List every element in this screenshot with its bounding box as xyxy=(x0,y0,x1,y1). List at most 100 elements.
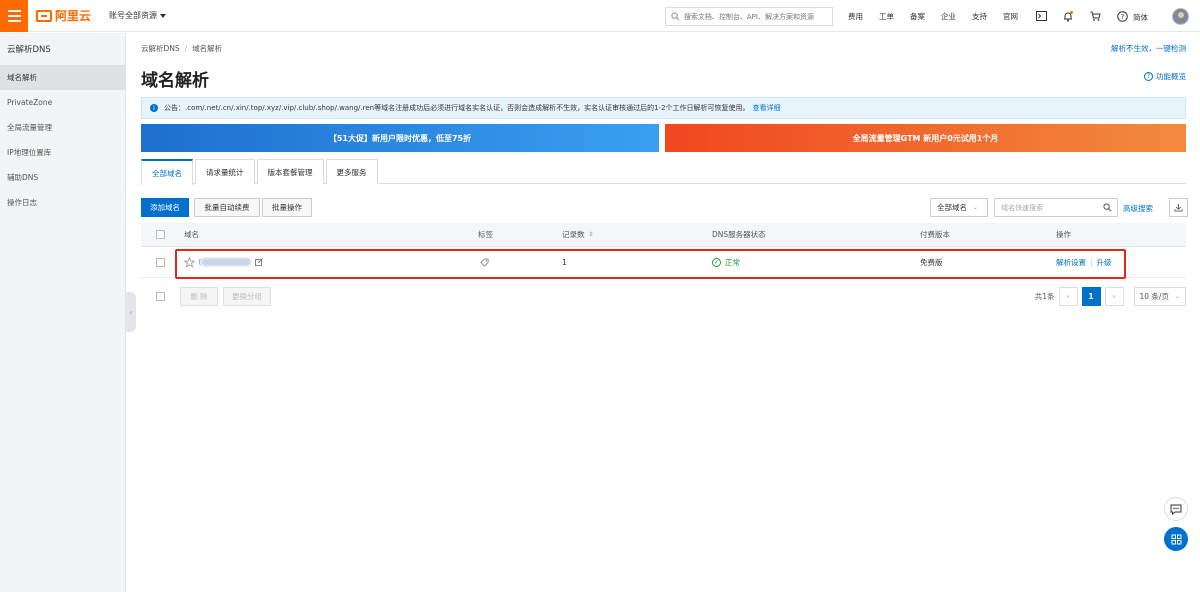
chat-support-button[interactable] xyxy=(1164,497,1188,521)
advanced-search-link[interactable]: 高级搜索 xyxy=(1123,203,1153,214)
add-domain-button[interactable]: 添加域名 xyxy=(141,198,189,217)
global-search-input[interactable] xyxy=(683,12,832,21)
logo-text: 阿里云 xyxy=(55,9,92,23)
chat-icon xyxy=(1170,504,1182,515)
record-count: 1 xyxy=(562,257,567,267)
domain-quick-search[interactable]: 域名快速搜索 xyxy=(994,198,1118,217)
info-icon: i xyxy=(150,104,158,112)
page-size-select[interactable]: 10 条/页 ⌄ xyxy=(1133,287,1186,306)
nav-icp[interactable]: 备案 xyxy=(910,11,925,22)
sort-icon: ⇕ xyxy=(588,231,594,238)
edit-icon[interactable] xyxy=(255,258,264,266)
nav-support[interactable]: 支持 xyxy=(972,11,987,22)
question-circle-icon: ? xyxy=(1144,72,1153,81)
download-button[interactable] xyxy=(1169,198,1188,217)
sidebar-item-ip-geo[interactable]: IP地理位置库 xyxy=(0,140,125,165)
table-row: [ 1 ✓ 正常 免费版 解析设置 | 升级 xyxy=(141,247,1186,278)
search-icon xyxy=(671,12,680,21)
announcement-bar: i 公告：.com/.net/.cn/.xin/.top/.xyz/.vip/.… xyxy=(141,97,1186,119)
top-nav-icons: ? xyxy=(1035,0,1128,32)
sidebar-item-gtm[interactable]: 全局流量管理 xyxy=(0,115,125,140)
sidebar-item-privatezone[interactable]: PrivateZone xyxy=(0,90,125,115)
resolution-check-link[interactable]: 解析不生效，一键检测 xyxy=(1111,43,1186,54)
terminal-icon[interactable] xyxy=(1035,10,1047,22)
promo-banner-right[interactable]: 全局流量管理GTM 新用户0元试用1个月 xyxy=(665,124,1186,152)
tab-request-stats[interactable]: 请求量统计 xyxy=(195,159,255,184)
grid-icon xyxy=(1171,534,1181,544)
global-search[interactable] xyxy=(665,7,833,26)
header-actions: 操作 xyxy=(1056,230,1071,239)
resolution-settings-link[interactable]: 解析设置 xyxy=(1056,257,1086,268)
page-1-button[interactable]: 1 xyxy=(1081,287,1101,306)
upgrade-link[interactable]: 升级 xyxy=(1097,257,1112,268)
top-navbar: 阿里云 账号全部资源 费用 工单 备案 企业 支持 官网 ? 简体 xyxy=(0,0,1200,32)
header-records[interactable]: 记录数 ⇕ xyxy=(562,229,594,240)
feature-overview-label: 功能概览 xyxy=(1156,72,1186,81)
chevron-down-icon: ⌄ xyxy=(973,204,979,211)
domain-quick-search-placeholder: 域名快速搜索 xyxy=(1001,203,1043,212)
next-page-button[interactable]: › xyxy=(1104,287,1124,306)
prev-page-button[interactable]: ‹ xyxy=(1058,287,1078,306)
announcement-detail-link[interactable]: 查看详细 xyxy=(753,103,781,113)
change-group-button[interactable]: 更换分组 xyxy=(223,287,271,306)
delete-button[interactable]: 删 除 xyxy=(180,287,218,306)
domain-name-link[interactable]: [ xyxy=(199,258,252,266)
quick-tools-button[interactable] xyxy=(1164,527,1188,551)
caret-down-icon xyxy=(160,13,167,18)
select-all-checkbox[interactable] xyxy=(156,230,165,239)
pagination: 共1条 ‹ 1 › 10 条/页 ⌄ xyxy=(1035,287,1186,306)
sidebar-item-secondary-dns[interactable]: 辅助DNS xyxy=(0,165,125,190)
tag-icon[interactable] xyxy=(480,257,489,267)
dns-status-text: 正常 xyxy=(725,257,740,267)
table-header: 域名 标签 记录数 ⇕ DNS服务器状态 付费版本 操作 xyxy=(141,223,1186,247)
tab-plan-management[interactable]: 版本套餐管理 xyxy=(256,159,324,184)
sidebar-item-operation-log[interactable]: 操作日志 xyxy=(0,190,125,215)
aliyun-logo-icon xyxy=(36,9,52,22)
tab-more-services[interactable]: 更多服务 xyxy=(325,159,378,184)
row-checkbox[interactable] xyxy=(156,257,165,267)
action-divider: | xyxy=(1090,257,1093,267)
hamburger-menu-button[interactable] xyxy=(0,0,28,32)
cart-icon[interactable] xyxy=(1089,10,1101,22)
breadcrumb-root[interactable]: 云解析DNS xyxy=(141,44,180,53)
breadcrumb-separator: / xyxy=(184,44,188,53)
aliyun-logo[interactable]: 阿里云 xyxy=(36,7,91,24)
nav-official-site[interactable]: 官网 xyxy=(1003,11,1018,22)
nav-ticket[interactable]: 工单 xyxy=(879,11,894,22)
bell-icon[interactable] xyxy=(1062,10,1074,22)
sidebar-item-domain-resolution[interactable]: 域名解析 xyxy=(0,65,125,90)
star-icon[interactable] xyxy=(184,256,195,268)
breadcrumb: 云解析DNS / 域名解析 xyxy=(141,43,222,54)
blurred-domain-text xyxy=(201,258,252,266)
language-switch[interactable]: 简体 xyxy=(1133,12,1148,23)
page-size-value: 10 条/页 xyxy=(1139,292,1169,301)
total-count: 共1条 xyxy=(1034,292,1055,301)
batch-auto-renew-button[interactable]: 批量自动续费 xyxy=(194,198,260,217)
svg-text:?: ? xyxy=(1120,13,1124,21)
user-avatar[interactable] xyxy=(1172,8,1189,25)
domain-group-select[interactable]: 全部域名 ⌄ xyxy=(930,198,988,217)
nav-enterprise[interactable]: 企业 xyxy=(941,11,956,22)
footer-select-all-checkbox[interactable] xyxy=(156,292,165,301)
edition-text: 免费版 xyxy=(920,257,943,267)
chevron-down-icon: ⌄ xyxy=(1174,293,1180,300)
sidebar-collapse-handle[interactable]: ‹ xyxy=(126,292,136,332)
left-sidebar: 云解析DNS 域名解析 PrivateZone 全局流量管理 IP地理位置库 辅… xyxy=(0,33,126,592)
promo-banner-left[interactable]: 【51大促】新用户限时优惠，低至75折 xyxy=(141,124,659,152)
account-resource-dropdown[interactable]: 账号全部资源 xyxy=(109,10,167,21)
feature-overview-link[interactable]: ? 功能概览 xyxy=(1144,71,1186,82)
nav-billing[interactable]: 费用 xyxy=(848,11,863,22)
header-dns-status: DNS服务器状态 xyxy=(712,230,766,239)
sidebar-title: 云解析DNS xyxy=(7,45,51,55)
page-title: 域名解析 xyxy=(141,71,209,91)
help-icon[interactable]: ? xyxy=(1116,10,1128,22)
table-toolbar: 添加域名 批量自动续费 批量操作 全部域名 ⌄ 域名快速搜索 高级搜索 xyxy=(141,198,1188,218)
search-icon[interactable] xyxy=(1103,203,1112,212)
domain-tabs: 全部域名 请求量统计 版本套餐管理 更多服务 xyxy=(141,159,1186,185)
batch-operation-button[interactable]: 批量操作 xyxy=(262,198,312,217)
header-records-label: 记录数 xyxy=(562,230,585,239)
table-footer: 删 除 更换分组 共1条 ‹ 1 › 10 条/页 ⌄ xyxy=(141,287,1186,307)
header-edition: 付费版本 xyxy=(920,230,950,239)
top-nav-links: 费用 工单 备案 企业 支持 官网 xyxy=(848,0,1034,32)
tab-all-domains[interactable]: 全部域名 xyxy=(141,159,193,185)
